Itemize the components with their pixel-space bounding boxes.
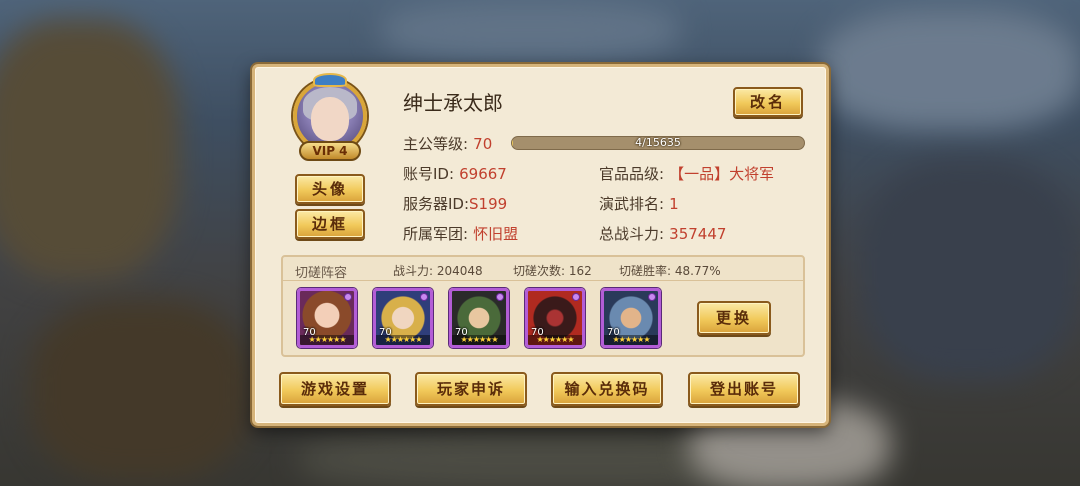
hero-stars: ★★★★★★ bbox=[376, 335, 430, 345]
account-row: 账号ID: 69667 bbox=[403, 163, 507, 184]
arena-label: 演武排名: bbox=[599, 195, 665, 213]
rank-value: 【一品】大将军 bbox=[669, 165, 775, 183]
player-appeal-button[interactable]: 玩家申诉 bbox=[415, 372, 527, 406]
lineup-duel-count: 切磋次数: 162 bbox=[513, 264, 592, 278]
server-value: S199 bbox=[469, 195, 508, 213]
account-label: 账号ID: bbox=[403, 165, 455, 183]
guild-row: 所属军团: 怀旧盟 bbox=[403, 223, 518, 244]
exp-progress-bar: 4/15635 bbox=[511, 136, 805, 150]
rename-button[interactable]: 改名 bbox=[733, 87, 803, 117]
guild-value[interactable]: 怀旧盟 bbox=[473, 225, 518, 243]
hero-slot[interactable]: 70 ★★★★★★ bbox=[297, 288, 357, 348]
player-name: 绅士承太郎 bbox=[403, 91, 503, 115]
vip-badge: VIP 4 bbox=[299, 141, 361, 161]
lineup-title: 切磋阵容 bbox=[295, 266, 348, 281]
hero-stars: ★★★★★★ bbox=[528, 335, 582, 345]
lineup-power: 战斗力: 204048 bbox=[393, 264, 483, 278]
player-info-panel: VIP 4 头像 边框 绅士承太郎 改名 主公等级: 70 4/15635 账号… bbox=[252, 64, 829, 426]
power-value: 357447 bbox=[669, 225, 727, 243]
server-label: 服务器ID: bbox=[403, 195, 470, 213]
hero-slot[interactable]: 70 ★★★★★★ bbox=[601, 288, 661, 348]
hero-stars: ★★★★★★ bbox=[452, 335, 506, 345]
hero-slot[interactable]: 70 ★★★★★★ bbox=[449, 288, 509, 348]
account-value: 69667 bbox=[459, 165, 507, 183]
redeem-code-button[interactable]: 输入兑换码 bbox=[551, 372, 663, 406]
level-label: 主公等级: bbox=[403, 135, 469, 153]
logout-button[interactable]: 登出账号 bbox=[688, 372, 800, 406]
level-value: 70 bbox=[473, 135, 493, 153]
arena-row: 演武排名: 1 bbox=[599, 193, 679, 214]
level-row: 主公等级: 70 bbox=[403, 133, 492, 154]
hero-slot[interactable]: 70 ★★★★★★ bbox=[525, 288, 585, 348]
duel-lineup-box: 切磋阵容 战斗力: 204048 切磋次数: 162 切磋胜率: 48.77% … bbox=[281, 255, 805, 357]
rank-row: 官品品级: 【一品】大将军 bbox=[599, 163, 774, 184]
server-row: 服务器ID:S199 bbox=[403, 193, 507, 214]
change-lineup-button[interactable]: 更换 bbox=[697, 301, 771, 335]
hero-stars: ★★★★★★ bbox=[300, 335, 354, 345]
exp-progress-text: 4/15635 bbox=[635, 136, 681, 149]
game-settings-button[interactable]: 游戏设置 bbox=[279, 372, 391, 406]
rank-label: 官品品级: bbox=[599, 165, 665, 183]
lineup-header: 切磋阵容 战斗力: 204048 切磋次数: 162 切磋胜率: 48.77% bbox=[283, 257, 803, 281]
change-avatar-button[interactable]: 头像 bbox=[295, 174, 365, 204]
power-row: 总战斗力: 357447 bbox=[599, 223, 726, 244]
guild-label: 所属军团: bbox=[403, 225, 469, 243]
power-label: 总战斗力: bbox=[599, 225, 665, 243]
lineup-winrate: 切磋胜率: 48.77% bbox=[619, 264, 721, 278]
player-avatar[interactable]: VIP 4 bbox=[287, 73, 373, 167]
dragon-ornament-icon bbox=[313, 73, 347, 87]
change-frame-button[interactable]: 边框 bbox=[295, 209, 365, 239]
hero-slot[interactable]: 70 ★★★★★★ bbox=[373, 288, 433, 348]
hero-stars: ★★★★★★ bbox=[604, 335, 658, 345]
arena-value: 1 bbox=[669, 195, 679, 213]
